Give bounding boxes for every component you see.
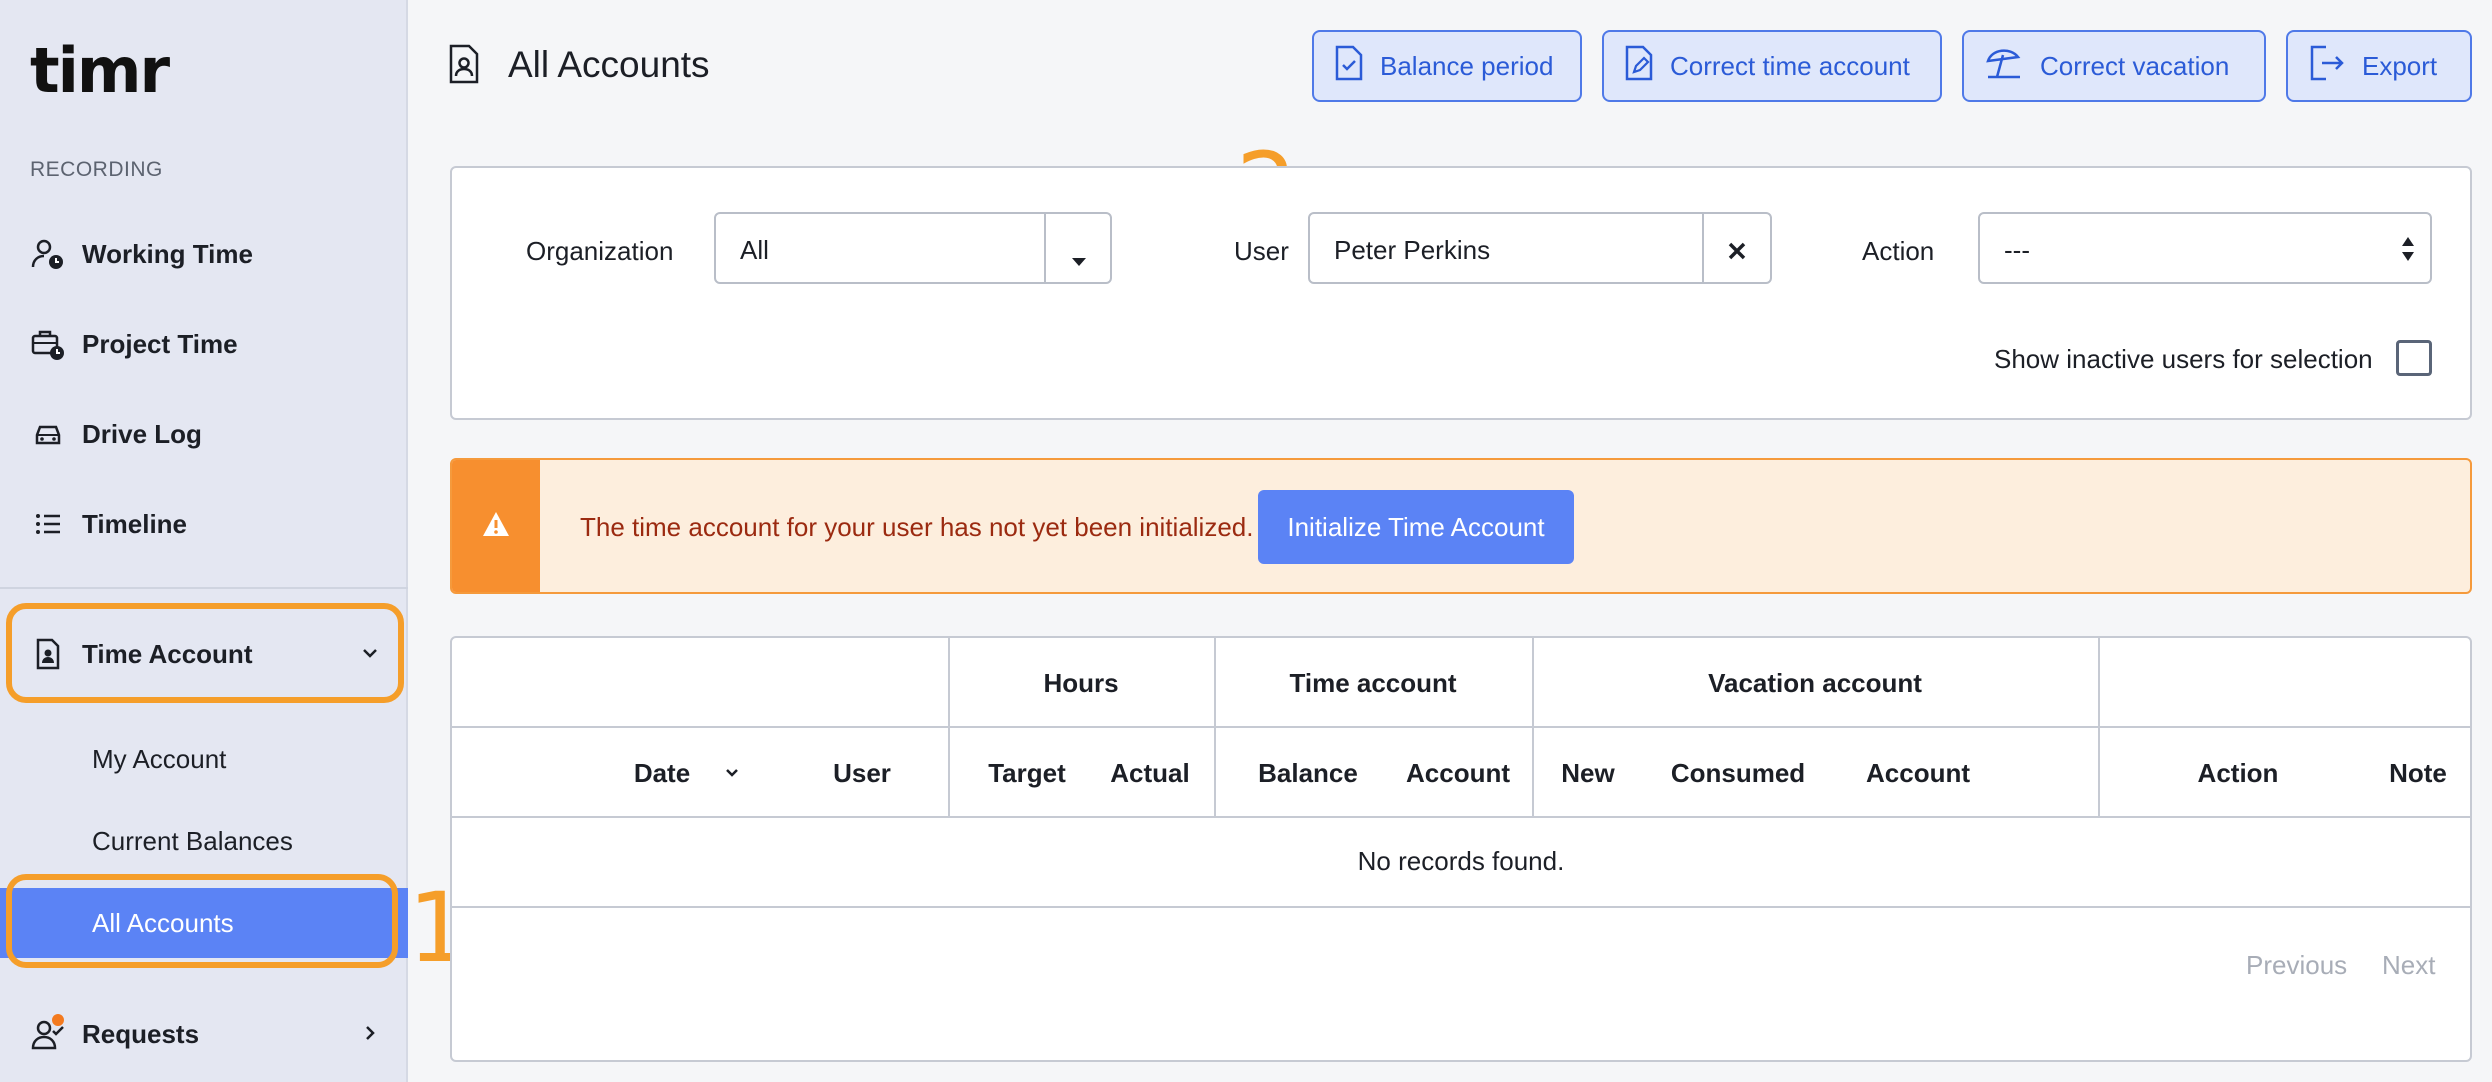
sidebar-item-label: Timeline	[82, 508, 188, 539]
correct-time-account-label: Correct time account	[1670, 50, 1910, 81]
balance-period-button[interactable]: Balance period	[1312, 30, 1582, 102]
highlight-time-account	[6, 603, 404, 703]
action-label: Action	[1862, 236, 1935, 266]
accounts-table: Hours Time account Vacation account Date…	[450, 636, 2472, 1062]
car-icon	[30, 416, 66, 452]
column-divider	[1214, 638, 1216, 816]
page-title: All Accounts	[508, 44, 710, 85]
organization-select[interactable]: All	[714, 212, 1112, 284]
alert-message: The time account for your user has not y…	[580, 512, 1254, 542]
highlight-all-accounts	[6, 874, 398, 968]
document-person-icon	[448, 44, 480, 89]
notification-dot	[52, 1014, 64, 1026]
correct-vacation-label: Correct vacation	[2040, 50, 2230, 81]
row-divider	[452, 906, 2470, 908]
sidebar-subitem-my-account[interactable]: My Account	[92, 744, 226, 775]
user-check-icon	[30, 1014, 66, 1052]
export-icon	[2308, 45, 2346, 88]
chevron-right-icon	[360, 1019, 380, 1050]
group-header-time-account: Time account	[1289, 668, 1457, 698]
sidebar-item-requests[interactable]: Requests	[30, 1004, 380, 1064]
column-divider	[948, 638, 950, 816]
action-select[interactable]: ---	[1978, 212, 2432, 284]
sidebar-subitem-current-balances[interactable]: Current Balances	[92, 826, 293, 857]
user-select[interactable]: Peter Perkins	[1308, 212, 1772, 284]
header-divider	[452, 726, 2470, 728]
column-header-actual: Actual	[1110, 758, 1190, 788]
column-header-user: User	[833, 758, 891, 788]
export-button[interactable]: Export	[2286, 30, 2472, 102]
column-divider	[2098, 638, 2100, 816]
correct-vacation-button[interactable]: Correct vacation	[1962, 30, 2266, 102]
sidebar-item-label: Working Time	[82, 238, 253, 269]
column-header-action: Action	[2197, 758, 2279, 788]
user-value: Peter Perkins	[1334, 235, 1491, 265]
initialize-time-account-button[interactable]: Initialize Time Account	[1258, 490, 1574, 564]
caret-down-icon	[1070, 244, 1088, 275]
clear-icon[interactable]	[1726, 238, 1748, 269]
group-header-vacation-account: Vacation account	[1708, 668, 1922, 698]
filter-panel: Organization All User Peter Perkins Acti…	[450, 166, 2472, 420]
list-icon	[30, 506, 66, 542]
user-clock-icon	[30, 236, 66, 272]
column-header-target: Target	[988, 758, 1066, 788]
document-edit-icon	[1624, 45, 1654, 88]
column-header-date[interactable]: Date	[582, 758, 742, 789]
next-page-button[interactable]: Next	[2382, 950, 2435, 981]
export-label: Export	[2362, 50, 2438, 81]
sidebar-item-timeline[interactable]: Timeline	[30, 494, 390, 554]
timr-logo[interactable]: timr	[30, 34, 170, 107]
beach-umbrella-icon	[1984, 45, 2024, 88]
sidebar-divider	[0, 587, 408, 589]
show-inactive-checkbox[interactable]	[2396, 340, 2432, 376]
select-separator	[1702, 214, 1704, 282]
action-value: ---	[2004, 235, 2030, 265]
column-header-consumed: Consumed	[1670, 758, 1806, 788]
group-header-hours: Hours	[1043, 668, 1119, 698]
previous-page-button[interactable]: Previous	[2246, 950, 2347, 981]
sidebar-item-working-time[interactable]: Working Time	[30, 224, 390, 284]
column-header-vacation-account: Account	[1866, 758, 1970, 788]
header-divider	[452, 816, 2470, 818]
column-header-balance: Balance	[1258, 758, 1358, 788]
sidebar-item-drive-log[interactable]: Drive Log	[30, 404, 390, 464]
sidebar-item-label: Requests	[82, 1018, 200, 1049]
sort-chevron-down-icon[interactable]	[722, 762, 742, 787]
logo-text: timr	[30, 34, 170, 107]
column-header-note: Note	[2389, 758, 2447, 788]
warning-icon	[481, 510, 511, 543]
balance-period-label: Balance period	[1380, 50, 1554, 81]
column-divider	[1532, 638, 1534, 816]
column-header-new: New	[1561, 758, 1615, 788]
sidebar-item-project-time[interactable]: Project Time	[30, 314, 390, 374]
column-header-time-account: Account	[1406, 758, 1510, 788]
no-records-message: No records found.	[1357, 846, 1565, 876]
show-inactive-label: Show inactive users for selection	[1994, 344, 2373, 374]
sort-arrows-icon	[2400, 234, 2416, 271]
user-label: User	[1234, 236, 1289, 266]
sidebar-item-label: Drive Log	[82, 418, 202, 449]
organization-value: All	[740, 235, 769, 265]
warning-alert: The time account for your user has not y…	[450, 458, 2472, 594]
correct-time-account-button[interactable]: Correct time account	[1602, 30, 1942, 102]
document-check-icon	[1334, 45, 1364, 88]
briefcase-clock-icon	[30, 326, 66, 362]
section-label-recording: RECORDING	[30, 158, 163, 181]
organization-label: Organization	[526, 236, 674, 266]
select-separator	[1044, 214, 1046, 282]
sidebar-item-label: Project Time	[82, 328, 238, 359]
alert-side-bar	[452, 460, 540, 592]
